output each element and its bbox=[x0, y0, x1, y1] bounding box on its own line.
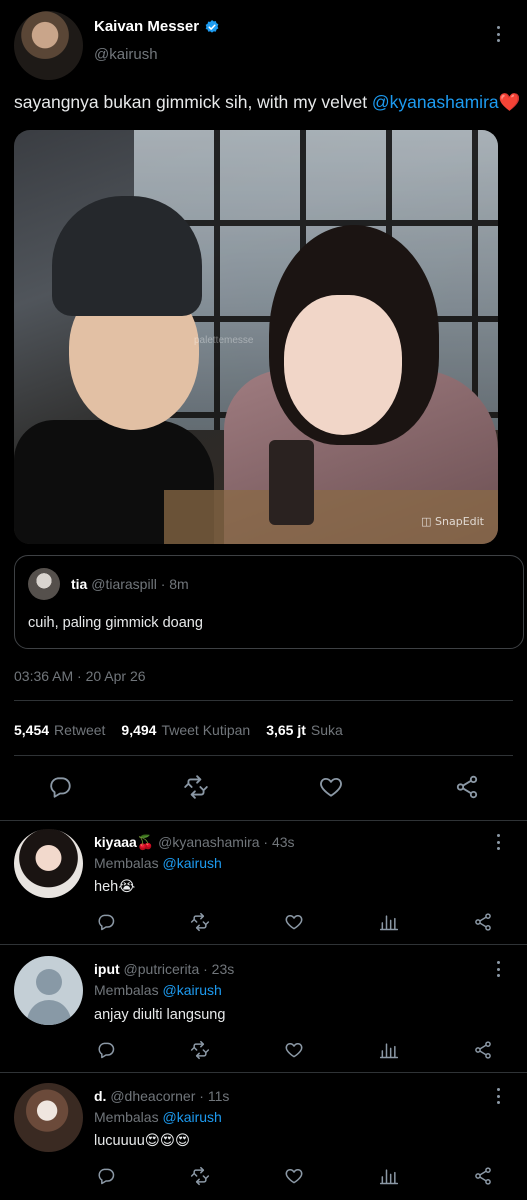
tweet-stats: 5,454 Retweet 9,494 Tweet Kutipan 3,65 jt S… bbox=[14, 722, 359, 738]
verified-badge-icon bbox=[205, 19, 219, 33]
author-name[interactable]: Kaivan Messer bbox=[94, 18, 199, 35]
tweet-text-body: sayangnya bukan gimmick sih, with my vel… bbox=[14, 92, 372, 112]
more-options-icon[interactable] bbox=[490, 832, 506, 852]
divider bbox=[0, 1072, 527, 1073]
analytics-icon[interactable] bbox=[379, 1166, 399, 1186]
reply-avatar[interactable] bbox=[14, 956, 83, 1025]
reply-text: heh😭 bbox=[94, 879, 136, 895]
tweet-photo[interactable]: palettemesse ◫ SnapEdit bbox=[14, 130, 498, 544]
reply-text: anjay diulti langsung bbox=[94, 1007, 226, 1023]
snapedit-watermark: ◫ SnapEdit bbox=[421, 515, 484, 528]
tweet-mention-link[interactable]: @kyanashamira bbox=[372, 92, 499, 112]
reply-header: d. @dheacorner · 11s bbox=[94, 1088, 229, 1104]
share-icon[interactable] bbox=[473, 912, 493, 932]
retweet-count[interactable]: 5,454 Retweet bbox=[14, 722, 105, 738]
replying-to-link[interactable]: @kairush bbox=[162, 1109, 221, 1125]
quoted-tweet-time: · 8m bbox=[160, 576, 189, 592]
reply-icon[interactable] bbox=[96, 1166, 116, 1186]
reply-name[interactable]: iput bbox=[94, 961, 120, 977]
reply-time: · 23s bbox=[203, 961, 235, 977]
like-icon[interactable] bbox=[318, 774, 344, 800]
reply-name[interactable]: d. bbox=[94, 1088, 106, 1104]
photo-watermark-text: palettemesse bbox=[194, 335, 254, 346]
more-options-icon[interactable] bbox=[490, 959, 506, 979]
reply-icon[interactable] bbox=[96, 1040, 116, 1060]
like-icon[interactable] bbox=[284, 1166, 304, 1186]
quoted-tweet-name: tia bbox=[71, 576, 88, 592]
reply-avatar[interactable] bbox=[14, 829, 83, 898]
reply-time: · 11s bbox=[199, 1088, 230, 1104]
replying-to: Membalas @kairush bbox=[94, 1109, 222, 1125]
replying-to: Membalas @kairush bbox=[94, 982, 222, 998]
retweet-icon[interactable] bbox=[190, 1166, 210, 1186]
quoted-tweet-card[interactable] bbox=[14, 555, 524, 649]
photo-woman-face bbox=[284, 295, 402, 435]
photo-drink-cup bbox=[269, 440, 314, 525]
reply-icon[interactable] bbox=[96, 912, 116, 932]
like-count[interactable]: 3,65 jt Suka bbox=[266, 722, 343, 738]
tweet-timestamp: 03:36 AM · 20 Apr 26 bbox=[14, 668, 146, 684]
retweet-icon[interactable] bbox=[190, 912, 210, 932]
quoted-tweet-avatar bbox=[28, 568, 60, 600]
divider bbox=[14, 700, 513, 701]
more-options-icon[interactable] bbox=[490, 1086, 506, 1106]
snapedit-watermark-text: SnapEdit bbox=[435, 515, 484, 528]
share-icon[interactable] bbox=[454, 774, 480, 800]
replying-to: Membalas @kairush bbox=[94, 855, 222, 871]
author-name-row[interactable]: Kaivan Messer bbox=[94, 18, 220, 35]
reply-icon[interactable] bbox=[47, 774, 73, 800]
analytics-icon[interactable] bbox=[379, 912, 399, 932]
quoted-tweet-handle: @tiaraspill bbox=[91, 576, 157, 592]
analytics-icon[interactable] bbox=[379, 1040, 399, 1060]
divider bbox=[0, 944, 527, 945]
divider bbox=[14, 755, 513, 756]
more-options-icon[interactable] bbox=[490, 24, 506, 44]
heart-emoji: ❤️ bbox=[498, 92, 521, 112]
reply-name[interactable]: kiyaaa🍒 bbox=[94, 834, 154, 850]
quoted-tweet-header: tia @tiaraspill · 8m bbox=[71, 576, 189, 592]
reply-header: kiyaaa🍒 @kyanashamira · 43s bbox=[94, 834, 295, 851]
share-icon[interactable] bbox=[473, 1166, 493, 1186]
author-avatar[interactable] bbox=[14, 11, 83, 80]
retweet-icon[interactable] bbox=[183, 774, 209, 800]
reply-avatar[interactable] bbox=[14, 1083, 83, 1152]
reply-handle[interactable]: @dheacorner bbox=[110, 1088, 195, 1104]
reply-handle[interactable]: @kyanashamira bbox=[158, 834, 259, 850]
retweet-icon[interactable] bbox=[190, 1040, 210, 1060]
reply-time: · 43s bbox=[263, 834, 295, 850]
reply-text: lucuuuu😍😍😍 bbox=[94, 1133, 191, 1149]
like-icon[interactable] bbox=[284, 912, 304, 932]
reply-handle[interactable]: @putricerita bbox=[124, 961, 200, 977]
quoted-tweet-text: cuih, paling gimmick doang bbox=[28, 615, 203, 631]
quote-count[interactable]: 9,494 Tweet Kutipan bbox=[121, 722, 250, 738]
reply-header: iput @putricerita · 23s bbox=[94, 961, 234, 977]
author-handle[interactable]: @kairush bbox=[94, 46, 158, 63]
like-icon[interactable] bbox=[284, 1040, 304, 1060]
replying-to-link[interactable]: @kairush bbox=[162, 982, 221, 998]
tweet-text: sayangnya bukan gimmick sih, with my vel… bbox=[14, 92, 520, 113]
share-icon[interactable] bbox=[473, 1040, 493, 1060]
divider bbox=[0, 820, 527, 821]
replying-to-link[interactable]: @kairush bbox=[162, 855, 221, 871]
photo-beanie bbox=[52, 196, 202, 316]
